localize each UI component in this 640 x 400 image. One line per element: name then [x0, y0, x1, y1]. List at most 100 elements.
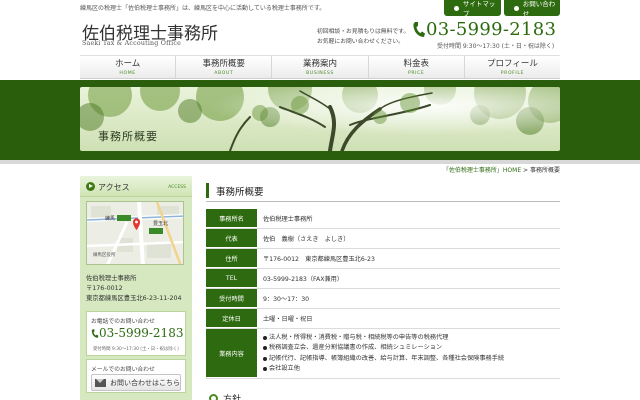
contact-label: お問い合わせ: [522, 0, 556, 18]
heading-accent-bar: [206, 183, 209, 198]
list-item: 記帳代行、記帳指導、帳簿組織の改善、給与計算、年末調整、各種社会保険事務手続: [263, 354, 504, 365]
breadcrumb-separator: >: [523, 167, 529, 174]
bullet-icon: [454, 5, 459, 11]
hero-band-shadow: [0, 160, 640, 164]
mail-contact-button[interactable]: お問い合わせはこちら: [91, 374, 181, 391]
row-header: 住所: [206, 249, 257, 268]
policy-heading: 方針: [206, 392, 241, 400]
sidebar: アクセス ACCESS 練馬 豊玉北 練馬区役所 佐伯税理士事務所 〒176-0…: [80, 176, 192, 400]
nav-item-business[interactable]: 業務案内 BUSINESS: [271, 56, 367, 78]
row-header: 事務所名: [206, 209, 257, 228]
map-label-ward-office: 練馬区役所: [93, 253, 116, 258]
phone-icon: [91, 328, 99, 338]
row-value: 〒176-0012 東京都練馬区豊玉北6-23: [263, 256, 375, 263]
row-header: TEL: [206, 269, 257, 288]
table-row: 代表 佐伯 義樹（さえき よしき）: [206, 229, 560, 249]
bullet-icon: [263, 356, 267, 361]
nav-item-home[interactable]: ホーム HOME: [80, 56, 175, 78]
note-line-2: お気軽にお問い合わせください。: [317, 39, 404, 45]
list-item: 税務調査立会、遺産分割協議書の作成、相続シュミレーション: [263, 343, 442, 354]
main-heading: 事務所概要: [206, 180, 560, 202]
access-title: アクセス: [98, 183, 130, 192]
breadcrumb-current: 事務所概要: [529, 167, 560, 174]
nav-item-about[interactable]: 事務所概要 ABOUT: [175, 56, 271, 78]
header-phone: 03-5999-2183: [412, 19, 556, 40]
nav-sublabel: PRICE: [407, 71, 425, 76]
envelope-icon: [95, 378, 106, 387]
row-value: 9：30〜17：30: [263, 296, 310, 303]
sidebar-office-zip: 〒176-0012: [86, 285, 123, 292]
breadcrumb: 「佐伯税理士事務所」HOME > 事務所概要: [443, 165, 560, 174]
header-hours: 受付時間 9:30〜17:30 (土・日・祝は除く): [437, 43, 555, 50]
sitemap-button[interactable]: サイトマップ: [444, 0, 501, 18]
table-row: 定休日 土曜・日曜・祝日: [206, 309, 560, 329]
contact-button[interactable]: お問い合わせ: [504, 0, 560, 18]
nav-label: 料金表: [403, 59, 429, 69]
header-consultation-note: 初回相談・お見積もりは無料です。 お気軽にお問い合わせください。: [317, 27, 409, 47]
bullet-icon: [263, 367, 267, 372]
nav-item-price[interactable]: 料金表 PRICE: [367, 56, 464, 78]
phone-box-label: お電話でのお問い合わせ: [91, 319, 155, 325]
row-value: 佐伯税理士事務所: [263, 216, 313, 223]
sidebar-phone-hours: 受付時間 9:30〜17:30 (土・日・祝は除く): [93, 347, 179, 352]
sidebar-phone: 03-5999-2183: [91, 326, 183, 340]
nav-label: プロフィール: [486, 59, 538, 69]
arrow-circle-icon: [86, 182, 95, 191]
sidebar-office-name: 佐伯税理士事務所: [86, 275, 137, 282]
hero-banner: 事務所概要: [80, 87, 560, 151]
service-text: 記帳代行、記帳指導、帳簿組織の改善、給与計算、年末調整、各種社会保険事務手続: [269, 354, 505, 362]
bullet-icon: [263, 335, 267, 340]
nav-sublabel: ABOUT: [214, 71, 234, 76]
table-row: 事務所名 佐伯税理士事務所: [206, 209, 560, 229]
row-header: 受付時間: [206, 289, 257, 308]
sitemap-label: サイトマップ: [462, 0, 496, 18]
table-row: 住所 〒176-0012 東京都練馬区豊玉北6-23: [206, 249, 560, 269]
table-row: 業務内容 法人税・所得税・消費税・贈与税・相続税等の申告等の税務代理 税務調査立…: [206, 329, 560, 379]
sidebar-office-info: 佐伯税理士事務所 〒176-0012 東京都練馬区豊玉北6-23-11-204: [86, 274, 182, 304]
nav-label: ホーム: [114, 59, 141, 69]
hero-title: 事務所概要: [98, 130, 158, 143]
row-header: 代表: [206, 229, 257, 248]
list-item: 法人税・所得税・消費税・贈与税・相続税等の申告等の税務代理: [263, 333, 448, 344]
access-header: アクセス ACCESS: [80, 176, 192, 197]
list-item: 会社設立他: [263, 364, 300, 375]
services-list: 法人税・所得税・消費税・贈与税・相続税等の申告等の税務代理 税務調査立会、遺産分…: [257, 329, 560, 378]
breadcrumb-home-link[interactable]: 「佐伯税理士事務所」HOME: [443, 167, 521, 174]
header-phone-number: 03-5999-2183: [426, 19, 557, 40]
mail-contact-label: お問い合わせはこちら: [110, 378, 180, 387]
site-intro-text: 練馬区の税理士「佐伯税理士事務所」は、練馬区を中心に活動している税理士事務所です…: [80, 5, 326, 12]
bullet-icon: [514, 5, 519, 11]
row-value: 佐伯 義樹（さえき よしき）: [263, 236, 350, 243]
sidebar-phone-box: お電話でのお問い合わせ 03-5999-2183 受付時間 9:30〜17:30…: [86, 311, 186, 356]
service-text: 法人税・所得税・消費税・贈与税・相続税等の申告等の税務代理: [269, 333, 449, 341]
note-line-1: 初回相談・お見積もりは無料です。: [317, 29, 410, 35]
sidebar-mail-box: メールでのお問い合わせ お問い合わせはこちら: [86, 359, 186, 393]
nav-sublabel: HOME: [119, 71, 136, 76]
map-label-toyotamakita: 豊玉北: [153, 221, 169, 227]
bullet-icon: [263, 346, 267, 351]
nav-sublabel: BUSINESS: [306, 71, 334, 76]
access-map[interactable]: 練馬 豊玉北 練馬区役所: [86, 201, 184, 265]
circle-icon: [209, 394, 218, 400]
nav-sublabel: PROFILE: [500, 71, 525, 76]
mail-box-label: メールでのお問い合わせ: [91, 367, 155, 373]
row-header: 業務内容: [206, 329, 257, 378]
access-en-label: ACCESS: [168, 185, 186, 190]
row-header: 定休日: [206, 309, 257, 328]
nav-label: 業務案内: [303, 59, 338, 69]
row-value: 土曜・日曜・祝日: [263, 316, 313, 323]
phone-icon: [413, 22, 425, 37]
table-row: 受付時間 9：30〜17：30: [206, 289, 560, 309]
map-label-nerima: 練馬: [105, 216, 116, 222]
table-row: TEL 03-5999-2183（FAX兼用）: [206, 269, 560, 289]
sidebar-office-address: 東京都練馬区豊玉北6-23-11-204: [86, 295, 182, 302]
policy-title: 方針: [223, 395, 242, 400]
sidebar-phone-number: 03-5999-2183: [99, 326, 184, 340]
main-title: 事務所概要: [216, 187, 264, 198]
service-text: 会社設立他: [269, 365, 300, 372]
row-value: 03-5999-2183（FAX兼用）: [263, 276, 344, 283]
site-logo-subtitle: Saeki Tax & Accouting Office: [82, 40, 182, 47]
global-nav: ホーム HOME 事務所概要 ABOUT 業務案内 BUSINESS 料金表 P…: [80, 55, 560, 79]
nav-label: 事務所概要: [202, 59, 246, 69]
nav-item-profile[interactable]: プロフィール PROFILE: [463, 56, 560, 78]
